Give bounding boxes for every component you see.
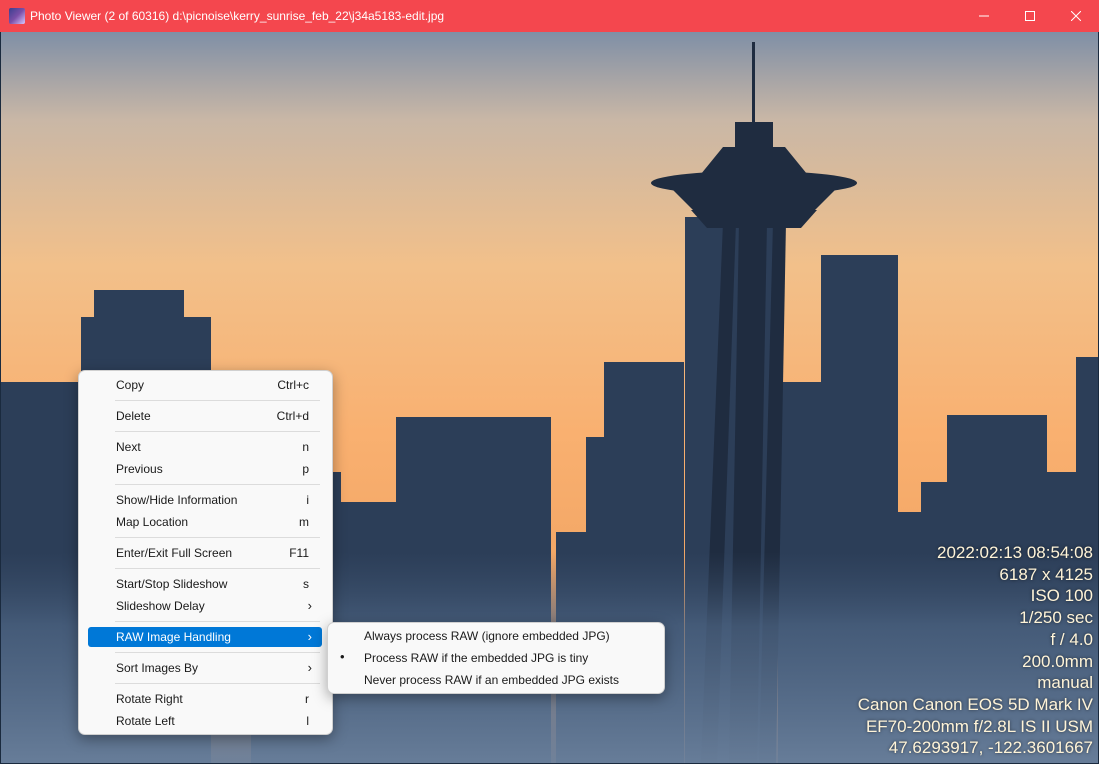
- menu-item-label: Sort Images By: [116, 661, 199, 675]
- title-bar[interactable]: Photo Viewer (2 of 60316) d:\picnoise\ke…: [0, 0, 1099, 32]
- menu-item-label: Rotate Left: [116, 714, 175, 728]
- minimize-icon: [979, 15, 989, 17]
- menu-item-label: Enter/Exit Full Screen: [116, 546, 233, 560]
- menu-item-delete[interactable]: Delete Ctrl+d: [88, 406, 322, 426]
- menu-item-label: Show/Hide Information: [116, 493, 238, 507]
- menu-item-label: Start/Stop Slideshow: [116, 577, 228, 591]
- maximize-icon: [1025, 11, 1035, 21]
- menu-item-shortcut: r: [305, 692, 309, 706]
- menu-item-label: Copy: [116, 378, 145, 392]
- menu-item-rotate-right[interactable]: Rotate Right r: [88, 689, 322, 709]
- menu-item-copy[interactable]: Copy Ctrl+c: [88, 375, 322, 395]
- info-mode: manual: [1037, 673, 1093, 693]
- menu-item-label: Slideshow Delay: [116, 599, 205, 613]
- info-aperture: f / 4.0: [1050, 629, 1093, 649]
- info-dimensions: 6187 x 4125: [999, 564, 1093, 584]
- chevron-right-icon: ›: [307, 660, 312, 675]
- menu-item-slideshow-delay[interactable]: Slideshow Delay ›: [88, 596, 322, 616]
- bullet-icon: •: [340, 649, 345, 664]
- menu-item-shortcut: i: [306, 493, 309, 507]
- submenu-item-label: Always process RAW (ignore embedded JPG): [364, 629, 610, 643]
- menu-item-raw-image-handling[interactable]: RAW Image Handling ›: [88, 627, 322, 647]
- app-icon: [9, 8, 25, 24]
- menu-item-label: Delete: [116, 409, 151, 423]
- chevron-right-icon: ›: [307, 629, 312, 644]
- context-menu[interactable]: Copy Ctrl+c Delete Ctrl+d Next n Previou…: [78, 370, 333, 735]
- submenu-item-process-raw-if-tiny[interactable]: • Process RAW if the embedded JPG is tin…: [328, 648, 664, 668]
- menu-item-label: Next: [116, 440, 141, 454]
- menu-item-map-location[interactable]: Map Location m: [88, 512, 322, 532]
- submenu-item-never-process-raw[interactable]: Never process RAW if an embedded JPG exi…: [328, 670, 664, 690]
- menu-item-shortcut: s: [303, 577, 309, 591]
- menu-item-rotate-left[interactable]: Rotate Left l: [88, 711, 322, 731]
- info-shutter: 1/250 sec: [1019, 608, 1093, 628]
- menu-item-shortcut: Ctrl+c: [277, 378, 309, 392]
- close-button[interactable]: [1053, 0, 1099, 32]
- info-camera: Canon Canon EOS 5D Mark IV: [857, 694, 1093, 714]
- chevron-right-icon: ›: [307, 598, 312, 613]
- menu-separator: [115, 652, 320, 653]
- menu-item-label: Previous: [116, 462, 163, 476]
- maximize-button[interactable]: [1007, 0, 1053, 32]
- menu-separator: [115, 568, 320, 569]
- menu-item-label: Map Location: [116, 515, 189, 529]
- menu-item-shortcut: m: [299, 515, 309, 529]
- menu-separator: [115, 484, 320, 485]
- window-title: Photo Viewer (2 of 60316) d:\picnoise\ke…: [30, 9, 445, 23]
- info-iso: ISO 100: [1030, 586, 1093, 606]
- image-info-panel: 2022:02:13 08:54:08 6187 x 4125 ISO 100 …: [858, 542, 1093, 759]
- close-icon: [1071, 11, 1081, 21]
- menu-item-show-hide-information[interactable]: Show/Hide Information i: [88, 490, 322, 510]
- raw-handling-submenu[interactable]: Always process RAW (ignore embedded JPG)…: [327, 622, 665, 694]
- info-gps: 47.6293917, -122.3601667: [888, 738, 1093, 758]
- info-lens: EF70-200mm f/2.8L IS II USM: [865, 716, 1093, 736]
- menu-item-shortcut: l: [306, 714, 309, 728]
- submenu-item-label: Never process RAW if an embedded JPG exi…: [364, 673, 619, 687]
- menu-item-sort-images-by[interactable]: Sort Images By ›: [88, 658, 322, 678]
- info-focal-length: 200.0mm: [1022, 651, 1093, 671]
- menu-separator: [115, 431, 320, 432]
- menu-item-slideshow[interactable]: Start/Stop Slideshow s: [88, 574, 322, 594]
- menu-separator: [115, 400, 320, 401]
- menu-item-next[interactable]: Next n: [88, 437, 322, 457]
- menu-separator: [115, 683, 320, 684]
- info-datetime: 2022:02:13 08:54:08: [937, 543, 1093, 562]
- menu-item-previous[interactable]: Previous p: [88, 459, 322, 479]
- menu-item-full-screen[interactable]: Enter/Exit Full Screen F11: [88, 543, 322, 563]
- menu-item-shortcut: Ctrl+d: [276, 409, 309, 423]
- menu-item-shortcut: F11: [289, 546, 309, 560]
- menu-separator: [115, 537, 320, 538]
- menu-item-shortcut: n: [302, 440, 309, 454]
- menu-item-label: Rotate Right: [116, 692, 183, 706]
- menu-item-shortcut: p: [302, 462, 309, 476]
- submenu-item-label: Process RAW if the embedded JPG is tiny: [364, 651, 589, 665]
- submenu-item-always-process-raw[interactable]: Always process RAW (ignore embedded JPG): [328, 626, 664, 646]
- menu-separator: [115, 621, 320, 622]
- menu-item-label: RAW Image Handling: [116, 630, 231, 644]
- minimize-button[interactable]: [961, 0, 1007, 32]
